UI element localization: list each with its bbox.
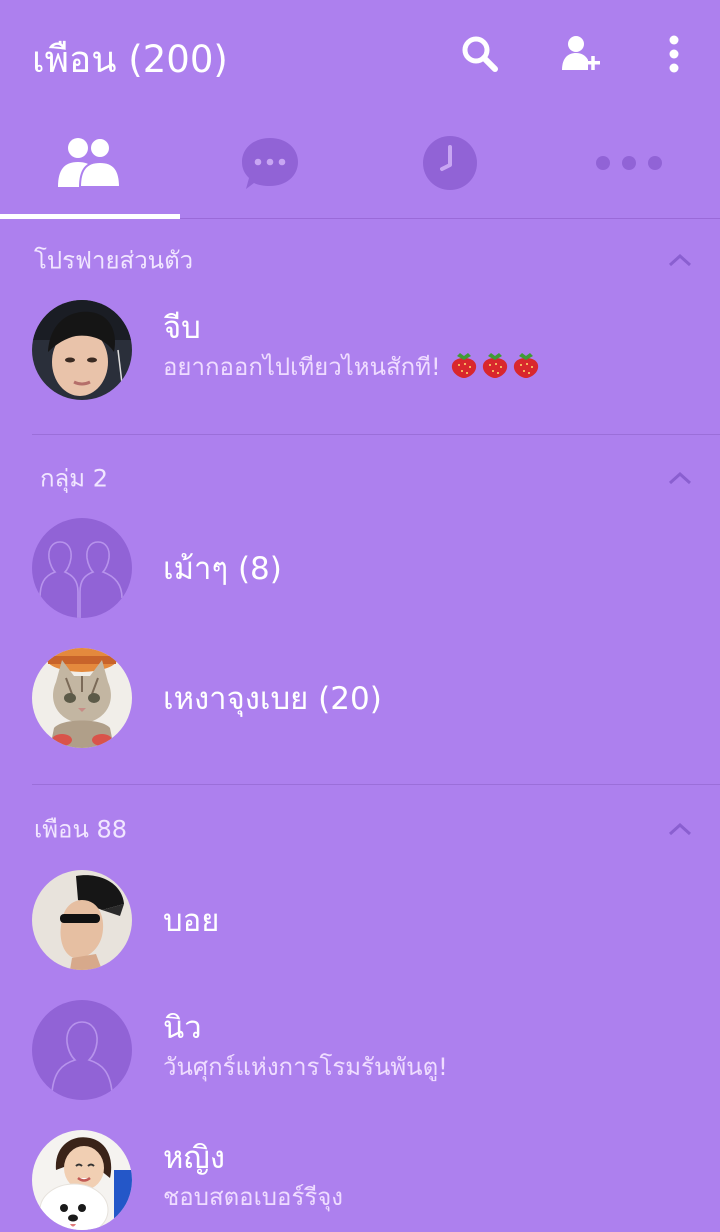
section-header-groups[interactable]: กลุ่ม 2: [0, 448, 720, 508]
section-header-profile[interactable]: โปรฟายส่วนตัว: [0, 230, 720, 290]
list-item-group[interactable]: เม้าๆ (8): [0, 503, 720, 633]
profile-row[interactable]: จีบ อยากออกไปเทียวไหนสักที!: [0, 285, 720, 415]
app-header: เพือน (200): [0, 0, 720, 108]
section-label: กลุ่ม 2: [40, 464, 108, 493]
friend-name: หญิง: [163, 1140, 225, 1176]
strawberry-icon: [450, 351, 542, 385]
overflow-menu-button[interactable]: [646, 26, 702, 82]
active-tab-indicator: [0, 214, 180, 219]
add-friend-icon: [562, 36, 600, 70]
friend-name: บอย: [163, 903, 220, 939]
list-item-group[interactable]: เหงาจุงเบย (20): [0, 633, 720, 763]
chevron-up-icon: [668, 822, 692, 836]
person-placeholder-icon: [32, 1000, 132, 1100]
search-icon: [462, 36, 498, 72]
chat-icon: [242, 138, 298, 189]
page-title: เพือน (200): [32, 38, 228, 81]
friend-name: นิว: [163, 1010, 202, 1046]
search-button[interactable]: [452, 26, 508, 82]
avatar: [32, 648, 132, 748]
profile-status-message: อยากออกไปเทียวไหนสักที!: [163, 347, 542, 386]
avatar: [32, 1130, 132, 1230]
tab-timeline[interactable]: [360, 108, 540, 218]
avatar: [32, 300, 132, 400]
profile-name: จีบ: [163, 310, 201, 346]
avatar: [32, 870, 132, 970]
group-name: เม้าๆ (8): [163, 551, 282, 587]
chevron-up-icon: [668, 253, 692, 267]
section-divider: [32, 434, 720, 435]
section-label: โปรฟายส่วนตัว: [34, 246, 194, 275]
friends-icon: [58, 137, 122, 188]
chevron-up-icon: [668, 471, 692, 485]
add-friend-button[interactable]: [552, 26, 608, 82]
more-horizontal-icon: [596, 156, 662, 170]
section-divider: [32, 784, 720, 785]
group-name: เหงาจุงเบย (20): [163, 681, 382, 717]
list-item-friend[interactable]: นิว วันศุกร์แห่งการโรมรันพันตู!: [0, 985, 720, 1115]
more-vertical-icon: [669, 35, 679, 73]
timeline-clock-icon: [423, 136, 477, 190]
list-item-friend[interactable]: บอย: [0, 855, 720, 985]
section-label: เพือน 88: [34, 815, 128, 844]
section-header-friends[interactable]: เพือน 88: [0, 799, 720, 859]
tab-chats[interactable]: [180, 108, 360, 218]
tab-bar: [0, 108, 720, 219]
tab-friends[interactable]: [0, 108, 180, 218]
friend-status: วันศุกร์แห่งการโรมรันพันตู!: [163, 1053, 448, 1081]
group-placeholder-icon: [32, 518, 132, 618]
status-text: อยากออกไปเทียวไหนสักที!: [163, 353, 441, 381]
friend-status: ชอบสตอเบอร์รีจุง: [163, 1183, 343, 1211]
list-item-friend[interactable]: หญิง ชอบสตอเบอร์รีจุง: [0, 1115, 720, 1232]
tab-more[interactable]: [540, 108, 720, 218]
